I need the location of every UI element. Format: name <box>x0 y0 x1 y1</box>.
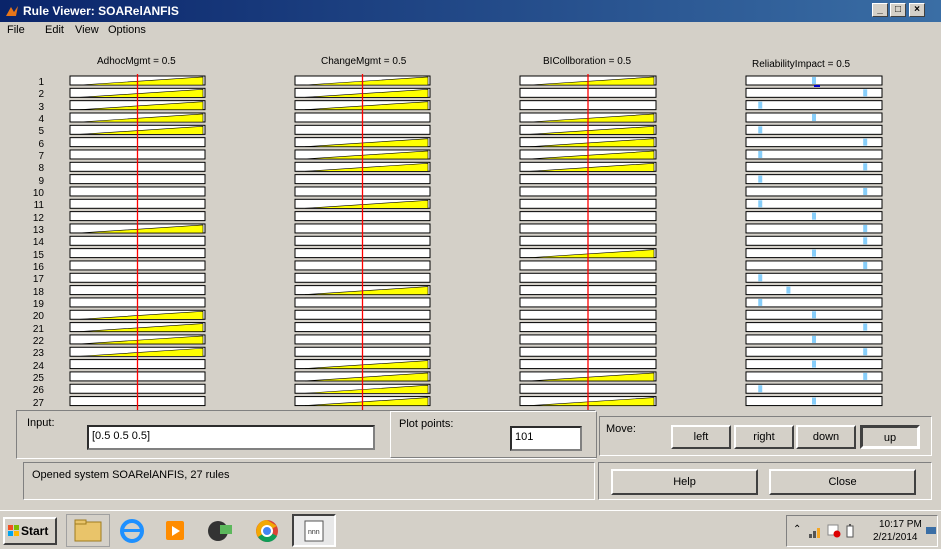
move-label: Move: <box>606 423 636 435</box>
output-marker <box>812 360 816 368</box>
output-marker <box>758 200 763 208</box>
tray-expand-icon[interactable]: ⌃ <box>793 524 801 535</box>
output-marker <box>812 335 816 343</box>
plot-points-field[interactable]: 101 <box>510 426 582 451</box>
input-panel: Input: [0.5 0.5 0.5] Plot points: 101 <box>16 410 597 459</box>
rule-cell <box>745 371 883 382</box>
rule-plots[interactable] <box>0 0 941 410</box>
figure-window-icon: nnn <box>304 520 324 542</box>
output-marker <box>863 237 868 245</box>
output-marker <box>863 224 868 232</box>
output-marker <box>812 311 816 319</box>
close-button[interactable]: Close <box>769 469 916 495</box>
output-marker <box>863 138 868 146</box>
output-marker <box>758 150 763 158</box>
output-marker <box>758 126 763 134</box>
plot-points-label: Plot points: <box>399 418 454 430</box>
battery-icon <box>846 524 854 538</box>
input-label: Input: <box>27 417 55 429</box>
taskbar-matlab-active[interactable]: nnn <box>292 514 336 547</box>
output-marker <box>812 249 816 257</box>
rule-cell <box>745 383 883 394</box>
rule-cell <box>745 272 883 283</box>
output-marker <box>863 323 868 331</box>
taskbar-media-player[interactable] <box>153 514 197 547</box>
rule-cell <box>745 174 883 185</box>
taskbar-explorer[interactable] <box>66 514 110 547</box>
rule-cell <box>745 149 883 160</box>
move-left-button[interactable]: left <box>671 425 731 449</box>
taskbar-app[interactable] <box>197 514 241 547</box>
output-marker <box>758 101 763 109</box>
status-panel: Opened system SOARelANFIS, 27 rules <box>23 462 595 500</box>
output-marker <box>812 113 816 121</box>
start-label: Start <box>21 524 49 538</box>
app-icon <box>208 521 232 541</box>
rule-cell <box>745 322 883 333</box>
output-marker <box>863 89 868 97</box>
output-marker <box>863 261 868 269</box>
output-marker <box>863 348 868 356</box>
folder-icon <box>74 519 102 542</box>
rule-cell <box>745 186 883 197</box>
plot-points-panel: Plot points: 101 <box>390 411 597 458</box>
tray-date: 2/21/2014 <box>873 532 918 543</box>
input-field[interactable]: [0.5 0.5 0.5] <box>87 425 375 450</box>
tray-time: 10:17 PM <box>879 519 922 530</box>
output-marker <box>758 298 763 306</box>
rule-cell <box>745 346 883 357</box>
internet-explorer-icon <box>120 519 144 543</box>
output-marker <box>758 274 763 282</box>
rule-cell <box>745 223 883 234</box>
windows-logo-icon <box>8 525 19 536</box>
move-down-button[interactable]: down <box>796 425 856 449</box>
media-player-icon <box>166 521 184 540</box>
rule-cell <box>745 100 883 111</box>
output-marker <box>863 163 868 171</box>
flag-icon <box>827 524 841 538</box>
taskbar: Start nnn ⌃ 10:17 PM 2/21/2014 <box>0 510 941 549</box>
rule-cell <box>745 285 883 296</box>
rule-cell <box>745 124 883 135</box>
svg-text:nnn: nnn <box>308 529 320 536</box>
taskbar-chrome[interactable] <box>245 514 289 547</box>
rule-cell <box>745 161 883 172</box>
output-marker <box>758 385 763 393</box>
taskbar-ie[interactable] <box>110 514 154 547</box>
help-button[interactable]: Help <box>611 469 758 495</box>
rule-cell <box>745 235 883 246</box>
action-panel: Help Close <box>598 462 932 500</box>
output-marker <box>758 175 763 183</box>
chrome-icon <box>256 520 278 542</box>
status-text: Opened system SOARelANFIS, 27 rules <box>32 469 230 481</box>
move-up-button[interactable]: up <box>860 425 920 449</box>
show-desktop-icon[interactable] <box>925 525 937 537</box>
rule-cell <box>745 297 883 308</box>
rule-cell <box>745 260 883 271</box>
output-marker <box>863 187 868 195</box>
rule-cell <box>745 137 883 148</box>
signal-icon <box>809 528 820 538</box>
output-marker <box>863 372 868 380</box>
output-marker <box>812 77 816 84</box>
move-panel: Move: left right down up <box>599 416 932 456</box>
system-tray: ⌃ 10:17 PM 2/21/2014 <box>786 515 938 547</box>
start-button[interactable]: Start <box>3 517 57 545</box>
output-marker <box>786 286 791 294</box>
rule-cell <box>745 87 883 98</box>
output-marker <box>812 397 816 405</box>
move-right-button[interactable]: right <box>734 425 794 449</box>
output-marker <box>812 212 816 220</box>
rule-cell <box>745 198 883 209</box>
